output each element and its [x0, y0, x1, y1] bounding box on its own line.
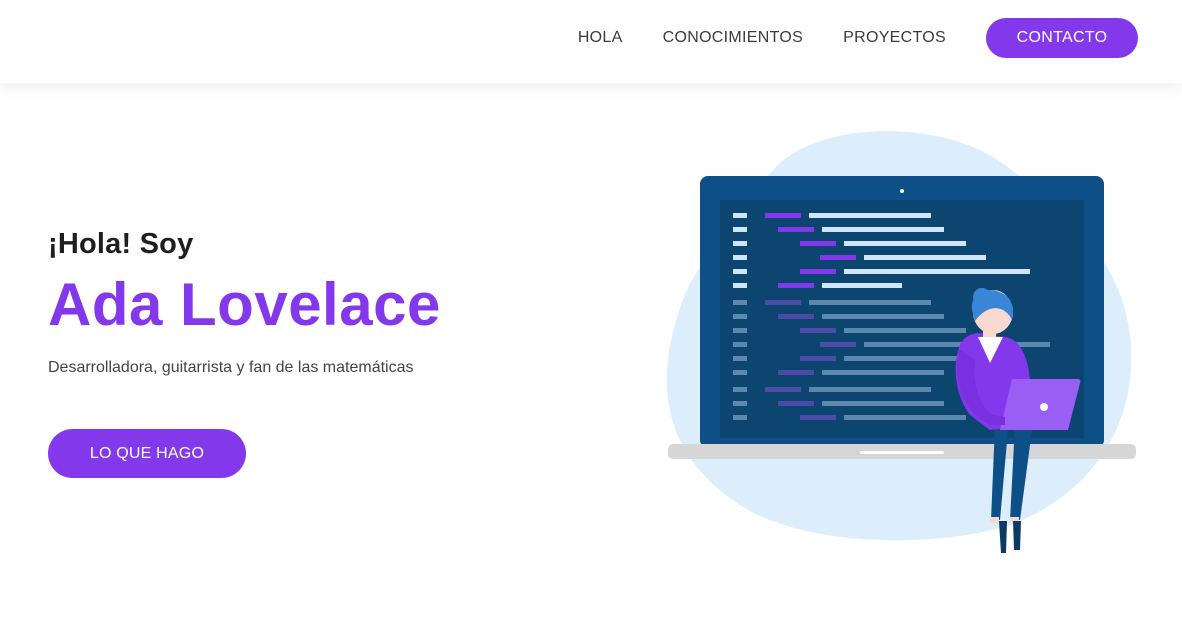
hero-tagline: Desarrolladora, guitarrista y fan de las… [48, 359, 414, 376]
hero-intro: ¡Hola! Soy Ada Lovelace Desarrolladora, … [48, 228, 441, 377]
small-laptop-icon [1000, 379, 1081, 430]
developer-laptop-illustration-icon [660, 125, 1150, 555]
nav-link-hola[interactable]: HOLA [578, 29, 623, 47]
hero-greeting: ¡Hola! Soy [48, 228, 194, 260]
nav-link-proyectos[interactable]: PROYECTOS [843, 29, 946, 47]
top-navbar: HOLA CONOCIMIENTOS PROYECTOS CONTACTO [0, 0, 1182, 83]
laptop-camera [900, 189, 904, 193]
laptop-base-notch [860, 451, 944, 454]
what-i-do-button[interactable]: LO QUE HAGO [48, 429, 246, 478]
illustration-svg [666, 131, 1136, 553]
nav-link-conocimientos[interactable]: CONOCIMIENTOS [663, 29, 804, 47]
hero-name: Ada Lovelace [48, 271, 441, 338]
nav-links: HOLA CONOCIMIENTOS PROYECTOS CONTACTO [578, 18, 1138, 58]
contact-button[interactable]: CONTACTO [986, 18, 1138, 58]
